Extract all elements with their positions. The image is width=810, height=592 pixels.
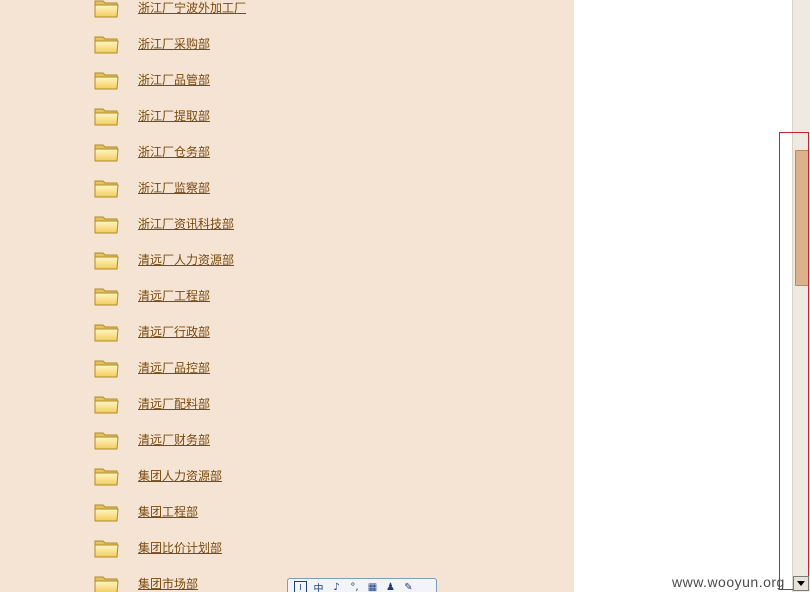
folder-link[interactable]: 清远厂工程部 <box>138 288 210 304</box>
folder-icon[interactable] <box>94 322 119 342</box>
blank-content-area <box>574 0 810 592</box>
folder-link[interactable]: 浙江厂提取部 <box>138 108 210 124</box>
folder-icon[interactable] <box>94 34 119 54</box>
folder-link[interactable]: 浙江厂宁波外加工厂 <box>138 0 246 16</box>
folder-link[interactable]: 清远厂配料部 <box>138 396 210 412</box>
folder-icon[interactable] <box>94 574 119 592</box>
punctuation-icon[interactable]: °, <box>348 581 361 592</box>
red-highlight-box <box>779 132 809 590</box>
folder-link[interactable]: 集团比价计划部 <box>138 540 222 556</box>
folder-link[interactable]: 清远厂人力资源部 <box>138 252 234 268</box>
folder-link[interactable]: 集团工程部 <box>138 504 198 520</box>
folder-link[interactable]: 浙江厂监察部 <box>138 180 210 196</box>
folder-link[interactable]: 浙江厂品管部 <box>138 72 210 88</box>
chevron-down-icon <box>797 581 805 586</box>
user-icon[interactable]: ♟ <box>384 581 397 592</box>
folder-icon[interactable] <box>94 358 119 378</box>
ime-mode-icon[interactable]: I <box>294 581 307 592</box>
folder-link[interactable]: 清远厂行政部 <box>138 324 210 340</box>
chinese-input-icon[interactable]: 中 <box>312 581 325 592</box>
watermark: www.wooyun.org <box>672 574 785 590</box>
folder-link[interactable]: 浙江厂仓务部 <box>138 144 210 160</box>
ime-toolbar[interactable]: I 中 ♪ °, ▦ ♟ ✎ <box>287 578 437 592</box>
folder-link[interactable]: 清远厂品控部 <box>138 360 210 376</box>
folder-icon[interactable] <box>94 178 119 198</box>
wrench-icon[interactable]: ✎ <box>402 581 415 592</box>
folder-link[interactable]: 集团人力资源部 <box>138 468 222 484</box>
folder-icon[interactable] <box>94 142 119 162</box>
folder-icon[interactable] <box>94 250 119 270</box>
folder-icon[interactable] <box>94 0 119 18</box>
folder-icon[interactable] <box>94 430 119 450</box>
folder-icon[interactable] <box>94 106 119 126</box>
folder-icon[interactable] <box>94 286 119 306</box>
folder-list-pane: 浙江厂宁波外加工厂 浙江厂采购部 浙江厂品管部 浙江厂提取部 浙江厂仓务部 浙江厂监察部浙… <box>0 0 574 592</box>
folder-icon[interactable] <box>94 394 119 414</box>
folder-link[interactable]: 浙江厂采购部 <box>138 36 210 52</box>
scroll-down-button[interactable] <box>793 576 809 591</box>
page: 浙江厂宁波外加工厂 浙江厂采购部 浙江厂品管部 浙江厂提取部 浙江厂仓务部 浙江厂监察部浙… <box>0 0 810 592</box>
folder-icon[interactable] <box>94 502 119 522</box>
folder-link[interactable]: 清远厂财务部 <box>138 432 210 448</box>
folder-icon[interactable] <box>94 70 119 90</box>
folder-icon[interactable] <box>94 466 119 486</box>
folder-link[interactable]: 集团市场部 <box>138 576 198 592</box>
folder-icon[interactable] <box>94 538 119 558</box>
soft-keyboard-icon[interactable]: ▦ <box>366 581 379 592</box>
folder-icon[interactable] <box>94 214 119 234</box>
folder-link[interactable]: 浙江厂资讯科技部 <box>138 216 234 232</box>
half-width-icon[interactable]: ♪ <box>330 581 343 592</box>
